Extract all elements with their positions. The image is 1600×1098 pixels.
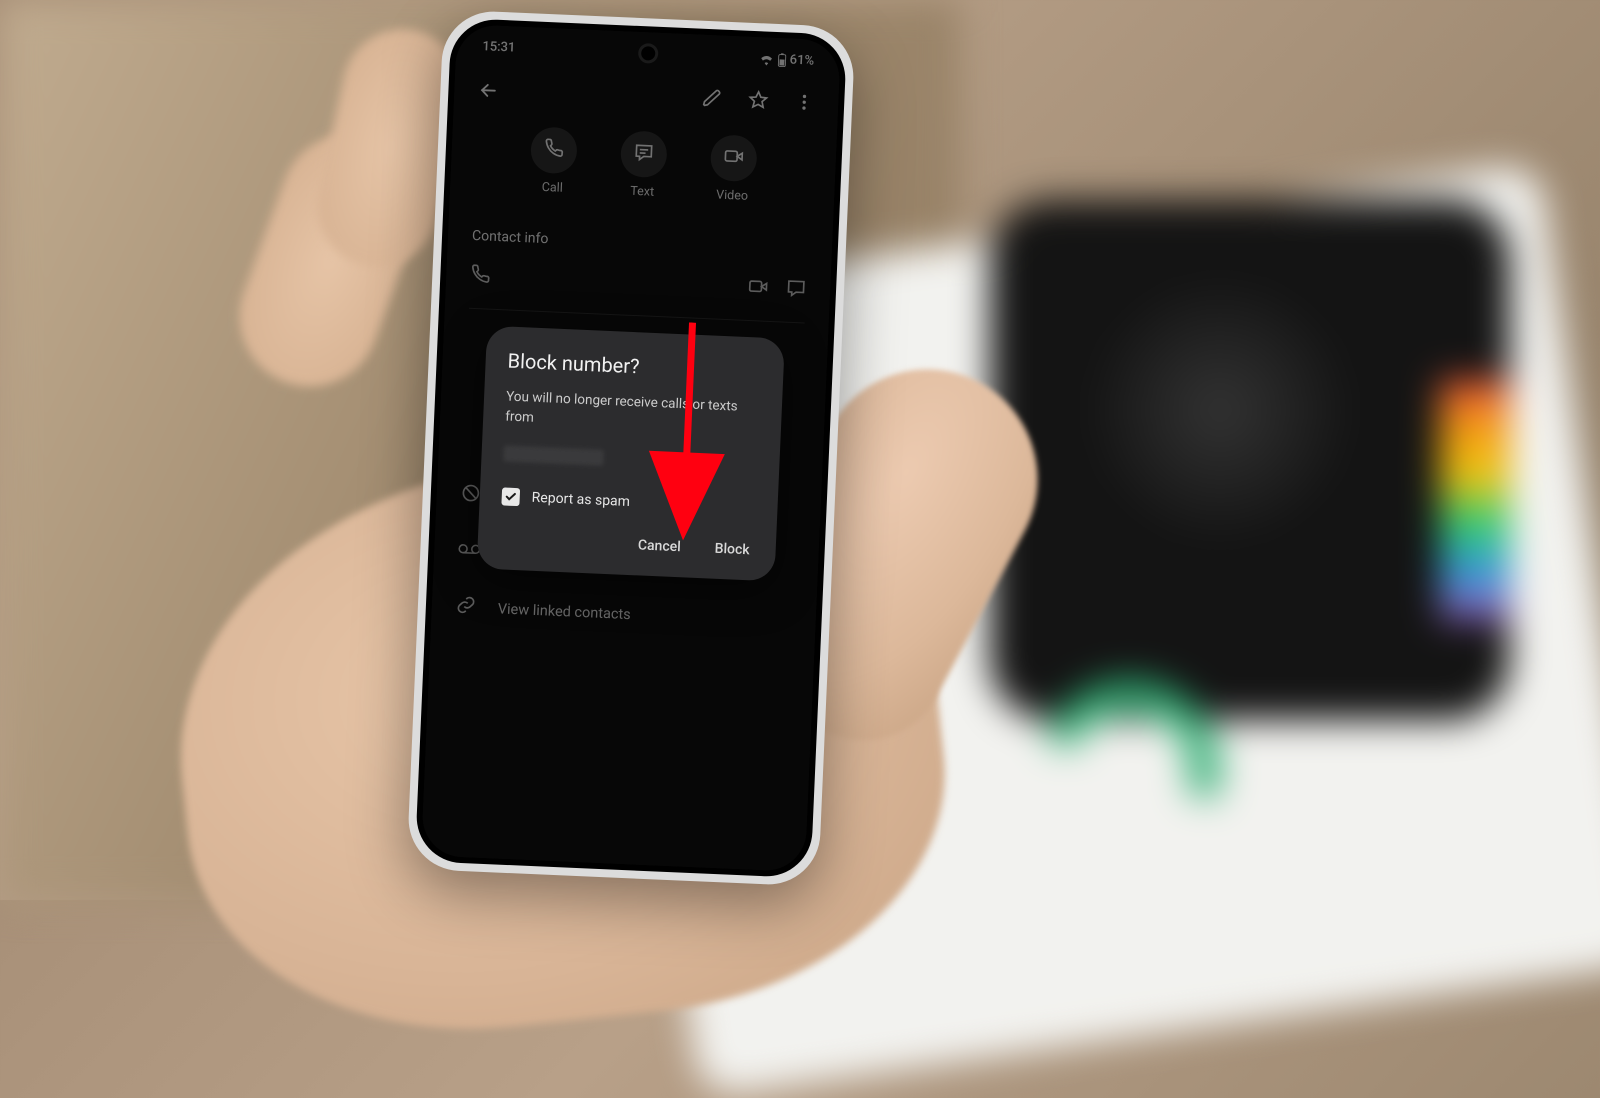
block-button[interactable]: Block bbox=[710, 532, 754, 566]
redacted-phone-number bbox=[503, 445, 604, 465]
cancel-button[interactable]: Cancel bbox=[633, 529, 685, 563]
report-spam-checkbox-row[interactable]: Report as spam bbox=[501, 487, 756, 516]
block-number-dialog: Block number? You will no longer receive… bbox=[477, 326, 785, 581]
checkbox-checked-icon bbox=[501, 487, 520, 506]
checkbox-label: Report as spam bbox=[531, 489, 630, 509]
phone-screen: 15:31 61% bbox=[421, 24, 841, 872]
dialog-title: Block number? bbox=[507, 349, 762, 384]
dialog-body: You will no longer receive calls or text… bbox=[505, 387, 761, 439]
phone-device: 15:31 61% bbox=[406, 9, 855, 886]
